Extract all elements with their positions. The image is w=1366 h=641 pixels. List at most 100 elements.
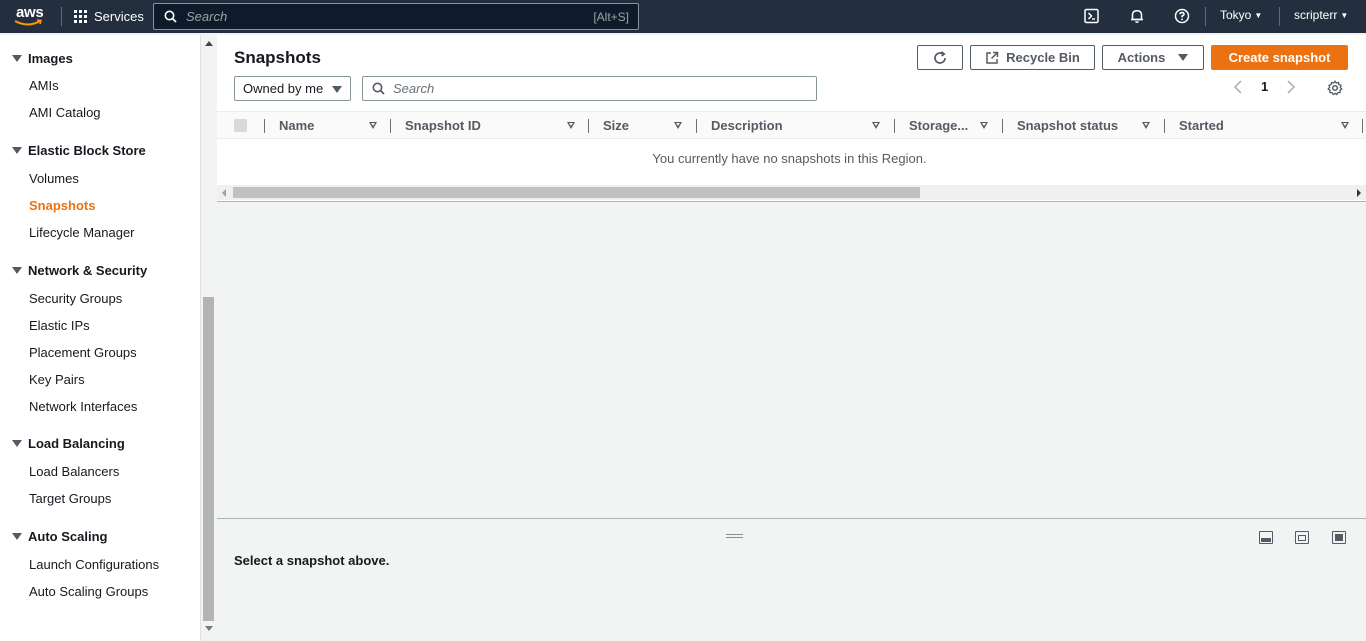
previous-page-icon[interactable] xyxy=(1233,79,1243,94)
search-placeholder: Search xyxy=(393,81,435,96)
cloudshell-icon[interactable] xyxy=(1084,8,1100,24)
help-icon[interactable] xyxy=(1174,8,1190,24)
sidebar-item-launch-configurations[interactable]: Launch Configurations xyxy=(29,557,159,572)
sidebar-item-lifecycle-manager[interactable]: Lifecycle Manager xyxy=(29,225,135,240)
column-resizer[interactable] xyxy=(696,119,697,133)
top-navigation-bar: aws Services Search [Alt+S] Tokyo ▼ scri… xyxy=(0,0,1366,33)
sidebar-item-auto-scaling-groups[interactable]: Auto Scaling Groups xyxy=(29,584,148,599)
column-header-started[interactable]: Started xyxy=(1179,118,1224,133)
page-title: Snapshots xyxy=(234,48,321,67)
sidebar-item-snapshots[interactable]: Snapshots xyxy=(29,198,95,213)
sort-icon[interactable] xyxy=(872,122,880,129)
sort-icon[interactable] xyxy=(369,122,377,129)
section-title: Load Balancing xyxy=(28,436,125,451)
region-selector[interactable]: Tokyo ▼ xyxy=(1220,0,1262,33)
column-resizer[interactable] xyxy=(390,119,391,133)
scrollbar-thumb[interactable] xyxy=(233,187,920,198)
owner-filter-select[interactable]: Owned by me xyxy=(234,76,351,101)
caret-down-icon: ▼ xyxy=(1340,11,1349,20)
expand-triangle-icon xyxy=(12,55,22,62)
actions-dropdown-button[interactable]: Actions xyxy=(1102,45,1204,70)
scroll-left-arrow-icon[interactable] xyxy=(222,189,226,197)
column-resizer[interactable] xyxy=(894,119,895,133)
panel-bottom-icon[interactable] xyxy=(1259,531,1273,544)
external-link-icon xyxy=(986,51,999,64)
sidebar-section-elastic-block-store[interactable]: Elastic Block Store xyxy=(12,143,146,158)
notifications-bell-icon[interactable] xyxy=(1129,8,1145,24)
column-header-storage-tier[interactable]: Storage... xyxy=(909,118,968,133)
sidebar-section-load-balancing[interactable]: Load Balancing xyxy=(12,436,125,451)
sidebar-scrollbar[interactable] xyxy=(200,35,216,641)
split-panel-message: Select a snapshot above. xyxy=(234,553,390,568)
table-header: Name Snapshot ID Size Description Storag… xyxy=(217,111,1366,139)
table-horizontal-scrollbar[interactable] xyxy=(217,185,1366,200)
scroll-down-arrow-icon[interactable] xyxy=(205,626,213,631)
snapshot-search-input[interactable]: Search xyxy=(362,76,817,101)
refresh-button[interactable] xyxy=(917,45,963,70)
column-header-name[interactable]: Name xyxy=(279,118,314,133)
global-search-input[interactable]: Search [Alt+S] xyxy=(153,3,639,30)
section-title: Elastic Block Store xyxy=(28,143,146,158)
scroll-right-arrow-icon[interactable] xyxy=(1357,189,1361,197)
resize-handle[interactable] xyxy=(726,534,743,538)
next-page-icon[interactable] xyxy=(1286,79,1296,94)
sidebar-item-elastic-ips[interactable]: Elastic IPs xyxy=(29,318,90,333)
column-resizer[interactable] xyxy=(1362,119,1363,133)
panel-full-icon[interactable] xyxy=(1332,531,1346,544)
search-shortcut: [Alt+S] xyxy=(593,9,629,24)
sidebar-section-images[interactable]: Images xyxy=(12,51,73,66)
sort-icon[interactable] xyxy=(567,122,575,129)
column-resizer[interactable] xyxy=(264,119,265,133)
column-header-size[interactable]: Size xyxy=(603,118,629,133)
services-menu-button[interactable]: Services xyxy=(74,0,144,33)
aws-smile-icon xyxy=(14,19,43,26)
panel-side-icon[interactable] xyxy=(1295,531,1309,544)
column-header-description[interactable]: Description xyxy=(711,118,783,133)
gear-icon[interactable] xyxy=(1327,80,1343,96)
sidebar-item-volumes[interactable]: Volumes xyxy=(29,171,79,186)
account-name: scripterr xyxy=(1294,8,1338,22)
current-page-number[interactable]: 1 xyxy=(1261,79,1268,94)
scroll-up-arrow-icon[interactable] xyxy=(205,41,213,46)
column-resizer[interactable] xyxy=(1164,119,1165,133)
expand-triangle-icon xyxy=(12,533,22,540)
sort-icon[interactable] xyxy=(1142,122,1150,129)
sidebar-navigation: Images AMIs AMI Catalog Elastic Block St… xyxy=(0,35,200,641)
aws-logo[interactable]: aws xyxy=(14,4,48,28)
scrollbar-thumb[interactable] xyxy=(203,297,214,621)
sidebar-item-load-balancers[interactable]: Load Balancers xyxy=(29,464,119,479)
sidebar-item-network-interfaces[interactable]: Network Interfaces xyxy=(29,399,137,414)
details-split-panel: Select a snapshot above. xyxy=(217,518,1366,641)
column-header-snapshot-status[interactable]: Snapshot status xyxy=(1017,118,1118,133)
expand-triangle-icon xyxy=(12,267,22,274)
recycle-bin-button[interactable]: Recycle Bin xyxy=(970,45,1095,70)
sidebar-item-placement-groups[interactable]: Placement Groups xyxy=(29,345,137,360)
sidebar-item-key-pairs[interactable]: Key Pairs xyxy=(29,372,85,387)
search-placeholder: Search xyxy=(186,9,228,24)
snapshots-table-panel: Snapshots Recycle Bin Actions Create sna… xyxy=(217,35,1366,202)
refresh-icon xyxy=(934,50,946,64)
recycle-bin-label: Recycle Bin xyxy=(1006,50,1080,65)
create-snapshot-button[interactable]: Create snapshot xyxy=(1211,45,1348,70)
sidebar-section-auto-scaling[interactable]: Auto Scaling xyxy=(12,529,107,544)
sidebar-item-amis[interactable]: AMIs xyxy=(29,78,59,93)
column-resizer[interactable] xyxy=(588,119,589,133)
sidebar-item-target-groups[interactable]: Target Groups xyxy=(29,491,111,506)
column-header-snapshot-id[interactable]: Snapshot ID xyxy=(405,118,481,133)
select-all-checkbox[interactable] xyxy=(234,119,247,132)
sort-icon[interactable] xyxy=(1341,122,1349,129)
section-title: Images xyxy=(28,51,73,66)
section-title: Network & Security xyxy=(28,263,148,278)
nav-divider xyxy=(1205,7,1206,26)
sidebar-item-security-groups[interactable]: Security Groups xyxy=(29,291,122,306)
caret-down-icon xyxy=(1178,54,1189,61)
section-title: Auto Scaling xyxy=(28,529,108,544)
sidebar-item-ami-catalog[interactable]: AMI Catalog xyxy=(29,105,101,120)
sidebar-section-network-security[interactable]: Network & Security xyxy=(12,263,147,278)
grid-menu-icon xyxy=(74,10,87,23)
sort-icon[interactable] xyxy=(980,122,988,129)
search-icon xyxy=(372,82,385,95)
column-resizer[interactable] xyxy=(1002,119,1003,133)
sort-icon[interactable] xyxy=(674,122,682,129)
account-menu[interactable]: scripterr ▼ xyxy=(1294,0,1348,33)
